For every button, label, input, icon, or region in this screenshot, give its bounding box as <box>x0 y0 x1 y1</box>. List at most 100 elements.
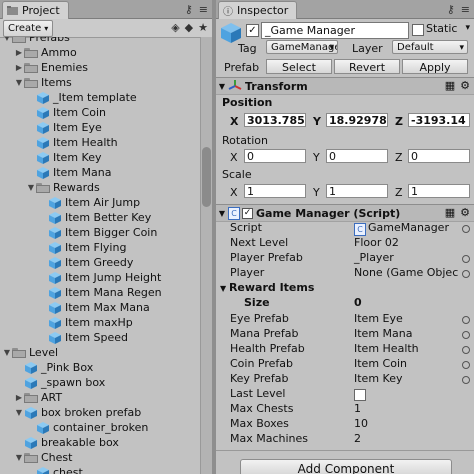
object-picker-icon[interactable] <box>462 316 470 324</box>
position-x-field[interactable]: 3013.785 <box>244 113 306 127</box>
tab-project[interactable]: Project <box>2 1 69 19</box>
tree-prefab-item[interactable]: _Pink Box <box>0 360 200 375</box>
game-manager-header[interactable]: ▼ C ✓ Game Manager (Script) ▦ ⚙ <box>216 204 474 222</box>
coin-prefab-field[interactable]: Item Coin <box>354 357 407 370</box>
rotation-x-field[interactable]: 0 <box>244 149 306 163</box>
max-machines-field[interactable]: 2 <box>354 432 361 445</box>
filter-type-icon[interactable]: ◈ <box>171 21 179 34</box>
gear-icon[interactable]: ⚙ <box>460 79 470 92</box>
scale-z-field[interactable]: 1 <box>408 184 470 198</box>
panel-menu-icon[interactable]: ≡ <box>199 3 208 16</box>
fold-arrow-icon[interactable]: ▼ <box>216 82 228 91</box>
tree-prefab-item[interactable]: Item Max Mana <box>0 300 200 315</box>
size-field[interactable]: 0 <box>354 296 362 309</box>
health-prefab-field[interactable]: Item Health <box>354 342 419 355</box>
tree-prefab-item[interactable]: Item Coin <box>0 105 200 120</box>
fold-arrow-icon[interactable]: ▼ <box>216 209 228 218</box>
expand-arrow-icon[interactable]: ▼ <box>14 78 24 87</box>
tree-prefab-item[interactable]: Item Greedy <box>0 255 200 270</box>
tree-prefab-item[interactable]: Item Bigger Coin <box>0 225 200 240</box>
create-button[interactable]: Create ▾ <box>3 19 54 37</box>
reward-items-foldout[interactable]: ▼ Reward Items <box>220 281 314 294</box>
add-component-button[interactable]: Add Component <box>240 459 452 474</box>
rotation-z-field[interactable]: 0 <box>408 149 470 163</box>
scale-x-field[interactable]: 1 <box>244 184 306 198</box>
prefab-select-button[interactable]: Select <box>266 59 332 74</box>
object-picker-icon[interactable] <box>462 361 470 369</box>
expand-arrow-icon[interactable]: ▼ <box>26 183 36 192</box>
collapse-arrow-icon[interactable]: ▶ <box>14 393 24 402</box>
tree-folder-item[interactable]: ▶ Ammo <box>0 45 200 60</box>
object-picker-icon[interactable] <box>462 270 470 278</box>
last-level-checkbox[interactable] <box>354 389 366 401</box>
help-book-icon[interactable]: ▦ <box>445 206 455 219</box>
tree-folder-item[interactable]: ▼ Rewards <box>0 180 200 195</box>
object-picker-icon[interactable] <box>462 346 470 354</box>
tree-prefab-item[interactable]: breakable box <box>0 435 200 450</box>
player-prefab-field[interactable]: _Player <box>354 251 394 264</box>
expand-arrow-icon[interactable]: ▼ <box>2 37 12 42</box>
key-prefab-field[interactable]: Item Key <box>354 372 402 385</box>
tree-prefab-item[interactable]: Item maxHp <box>0 315 200 330</box>
eye-prefab-field[interactable]: Item Eye <box>354 312 403 325</box>
active-checkbox[interactable]: ✓ <box>246 24 259 37</box>
max-chests-field[interactable]: 1 <box>354 402 361 415</box>
prefab-revert-button[interactable]: Revert <box>334 59 400 74</box>
tree-prefab-item[interactable]: ▼ box broken prefab <box>0 405 200 420</box>
tree-prefab-item[interactable]: container_broken <box>0 420 200 435</box>
tree-prefab-item[interactable]: Item Better Key <box>0 210 200 225</box>
favorite-star-icon[interactable]: ★ <box>198 21 208 34</box>
gear-icon[interactable]: ⚙ <box>460 206 470 219</box>
object-picker-icon[interactable] <box>462 255 470 263</box>
tree-prefab-item[interactable]: Item Flying <box>0 240 200 255</box>
scale-y-field[interactable]: 1 <box>326 184 388 198</box>
prefab-apply-button[interactable]: Apply <box>402 59 468 74</box>
position-y-field[interactable]: 18.92978 <box>326 113 388 127</box>
tree-prefab-item[interactable]: _spawn box <box>0 375 200 390</box>
tree-prefab-item[interactable]: Item Key <box>0 150 200 165</box>
component-enabled-checkbox[interactable]: ✓ <box>242 207 253 219</box>
collapse-arrow-icon[interactable]: ▶ <box>14 63 24 72</box>
tag-dropdown[interactable]: GameManager <box>266 40 338 54</box>
layer-dropdown[interactable]: Default <box>392 40 468 54</box>
script-value[interactable]: C GameManager <box>354 221 449 236</box>
filter-label-icon[interactable]: ◆ <box>185 21 193 34</box>
tree-prefab-item[interactable]: Item Speed <box>0 330 200 345</box>
tree-folder-item[interactable]: ▼ Level <box>0 345 200 360</box>
tree-prefab-item[interactable]: Item Health <box>0 135 200 150</box>
chevron-down-icon[interactable]: ▾ <box>465 23 470 33</box>
tree-prefab-item[interactable]: Item Eye <box>0 120 200 135</box>
tree-prefab-item[interactable]: Item Jump Height <box>0 270 200 285</box>
rotation-y-field[interactable]: 0 <box>326 149 388 163</box>
tree-prefab-item[interactable]: _Item template <box>0 90 200 105</box>
max-boxes-field[interactable]: 10 <box>354 417 368 430</box>
tab-inspector[interactable]: ⓘ Inspector <box>218 1 298 19</box>
tree-prefab-item[interactable]: Item Mana Regen <box>0 285 200 300</box>
tree-folder-item[interactable]: ▶ ART <box>0 390 200 405</box>
panel-menu-icon[interactable]: ≡ <box>461 3 470 16</box>
expand-arrow-icon[interactable]: ▼ <box>2 348 12 357</box>
help-book-icon[interactable]: ▦ <box>445 79 455 92</box>
player-field[interactable]: None (Game Object) <box>354 266 458 279</box>
tree-folder-item[interactable]: ▼ Prefabs <box>0 37 200 45</box>
expand-arrow-icon[interactable]: ▼ <box>14 453 24 462</box>
mana-prefab-field[interactable]: Item Mana <box>354 327 412 340</box>
tree-folder-item[interactable]: ▼ Items <box>0 75 200 90</box>
tree-prefab-item[interactable]: Item Mana <box>0 165 200 180</box>
position-z-field[interactable]: -3193.14 <box>408 113 470 127</box>
static-checkbox[interactable] <box>412 24 424 36</box>
object-picker-icon[interactable] <box>462 225 470 233</box>
transform-header[interactable]: ▼ Transform ▦ ⚙ <box>216 77 474 95</box>
tree-folder-item[interactable]: ▼ Chest <box>0 450 200 465</box>
object-name-field[interactable]: _Game Manager <box>261 22 409 39</box>
collapse-arrow-icon[interactable]: ▶ <box>14 48 24 57</box>
project-scrollbar[interactable] <box>200 37 212 474</box>
lock-icon[interactable]: ⚷ <box>447 3 455 16</box>
object-picker-icon[interactable] <box>462 331 470 339</box>
object-picker-icon[interactable] <box>462 376 470 384</box>
expand-arrow-icon[interactable]: ▼ <box>14 408 24 417</box>
next-level-field[interactable]: Floor 02 <box>354 236 399 249</box>
scrollbar-thumb[interactable] <box>202 147 211 207</box>
tree-prefab-item[interactable]: Item Air Jump <box>0 195 200 210</box>
tree-prefab-item[interactable]: chest <box>0 465 200 474</box>
